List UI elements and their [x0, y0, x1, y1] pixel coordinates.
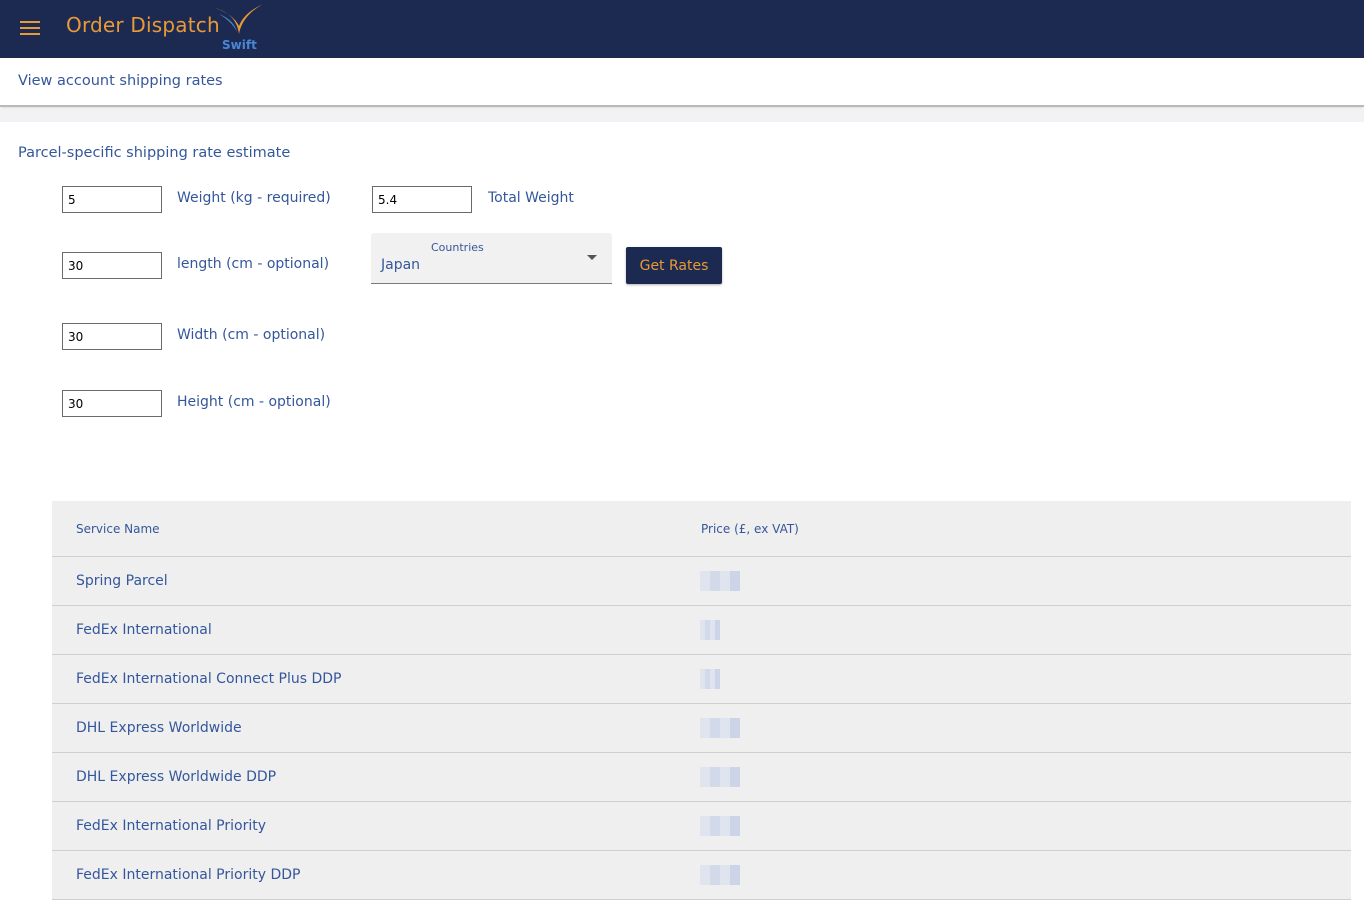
logo-text: Swift — [222, 38, 257, 52]
height-input[interactable] — [62, 390, 162, 417]
view-account-rates-link[interactable]: View account shipping rates — [18, 73, 223, 89]
country-select-value: Japan — [381, 257, 421, 273]
length-label: length (cm - optional) — [177, 256, 330, 272]
app-title: Order Dispatch — [66, 13, 220, 37]
redacted-price — [700, 718, 740, 738]
country-select-label: Countries — [431, 241, 484, 254]
divider-band — [0, 109, 1364, 122]
rates-table: Service Name Price (£, ex VAT) Spring Pa… — [52, 501, 1351, 900]
total-weight-input[interactable] — [372, 186, 472, 213]
width-input[interactable] — [62, 323, 162, 350]
redacted-price — [700, 865, 740, 885]
height-label: Height (cm - optional) — [177, 394, 331, 410]
weight-label: Weight (kg - required) — [177, 190, 331, 206]
column-header-price: Price (£, ex VAT) — [701, 522, 799, 536]
redacted-price — [700, 669, 720, 689]
table-row[interactable]: FedEx International Connect Plus DDP — [52, 655, 1351, 704]
table-row[interactable]: FedEx International Priority — [52, 802, 1351, 851]
table-row[interactable]: DHL Express Worldwide — [52, 704, 1351, 753]
total-weight-label: Total Weight — [488, 190, 574, 206]
table-row[interactable]: FedEx International — [52, 606, 1351, 655]
table-row[interactable]: Spring Parcel — [52, 557, 1351, 606]
redacted-price — [700, 767, 740, 787]
table-row[interactable]: FedEx International Priority DDP — [52, 851, 1351, 900]
service-name: DHL Express Worldwide — [76, 720, 242, 736]
dropdown-arrow-icon — [587, 255, 597, 260]
section-title: Parcel-specific shipping rate estimate — [18, 145, 291, 161]
column-header-service: Service Name — [76, 522, 160, 536]
width-label: Width (cm - optional) — [177, 327, 326, 343]
country-select[interactable]: Countries Japan — [371, 233, 612, 284]
hamburger-icon[interactable] — [20, 21, 40, 37]
sub-navigation: View account shipping rates — [0, 58, 1364, 107]
table-row[interactable]: DHL Express Worldwide DDP — [52, 753, 1351, 802]
redacted-price — [700, 620, 720, 640]
service-name: FedEx International Priority — [76, 818, 266, 834]
redacted-price — [700, 816, 740, 836]
service-name: FedEx International Priority DDP — [76, 867, 301, 883]
get-rates-button[interactable]: Get Rates — [626, 247, 722, 284]
table-header: Service Name Price (£, ex VAT) — [52, 501, 1351, 557]
service-name: FedEx International Connect Plus DDP — [76, 671, 342, 687]
app-header: Order Dispatch Swift — [0, 0, 1364, 58]
service-name: DHL Express Worldwide DDP — [76, 769, 277, 785]
weight-input[interactable] — [62, 186, 162, 213]
service-name: Spring Parcel — [76, 573, 168, 589]
length-input[interactable] — [62, 252, 162, 279]
service-name: FedEx International — [76, 622, 212, 638]
redacted-price — [700, 571, 740, 591]
